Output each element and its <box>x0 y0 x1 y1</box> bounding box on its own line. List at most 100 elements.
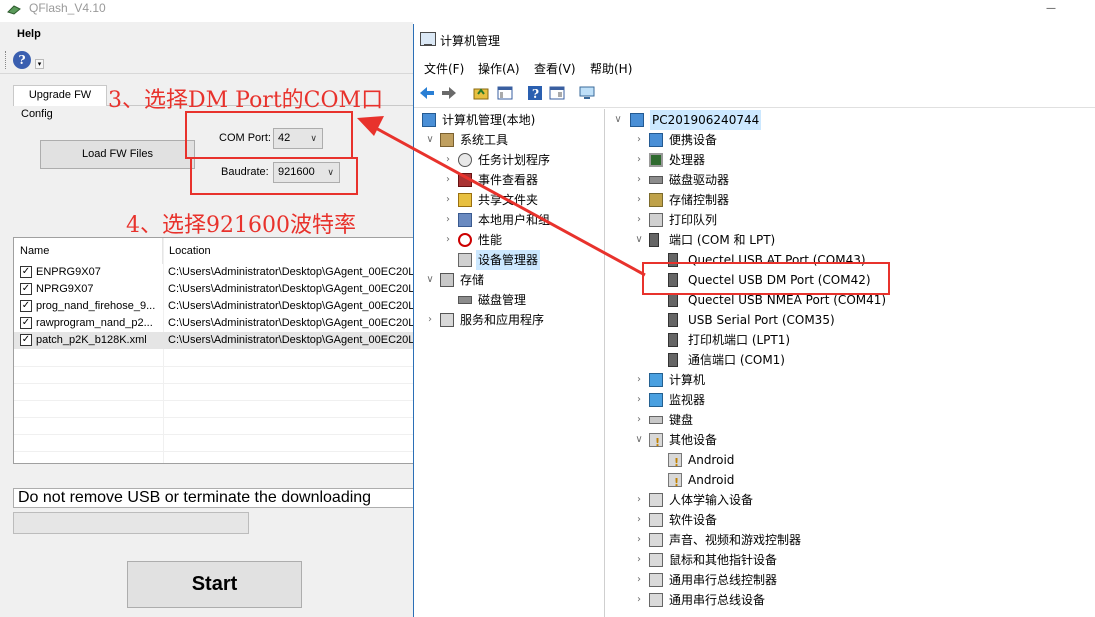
file-location: C:\Users\Administrator\Desktop\GAgent_00… <box>168 283 413 295</box>
tree-item[interactable]: › 磁盘驱动器 <box>606 170 1095 190</box>
tree-item[interactable]: › 人体学输入设备 <box>606 490 1095 510</box>
tree-item[interactable]: › 性能 <box>414 230 604 250</box>
chevron-right-icon[interactable]: › <box>442 210 454 230</box>
tree-item[interactable]: 设备管理器 <box>414 250 604 270</box>
chevron-down-icon[interactable]: ∨ <box>424 130 436 150</box>
minimize-button[interactable]: — <box>1046 3 1056 14</box>
tree-item-label: 设备管理器 <box>476 250 541 270</box>
tree-item[interactable]: › 便携设备 <box>606 130 1095 150</box>
tree-root[interactable]: ∨ PC201906240744 <box>606 110 1095 130</box>
tree-item-label: 人体学输入设备 <box>669 493 754 507</box>
row-checkbox[interactable]: ✓ <box>20 334 32 346</box>
chevron-right-icon[interactable]: › <box>633 170 645 190</box>
tree-item-label: 处理器 <box>669 153 706 167</box>
tree-item-label: 通用串行总线控制器 <box>669 573 778 587</box>
menu-action[interactable]: 操作(A) <box>478 60 520 77</box>
tree-item[interactable]: 计算机管理(本地) <box>414 110 604 130</box>
properties-icon[interactable] <box>548 84 566 102</box>
tree-item[interactable]: › 服务和应用程序 <box>414 310 604 330</box>
forward-arrow-icon[interactable] <box>440 84 458 102</box>
help-button[interactable]: ? ▾ <box>11 49 45 71</box>
tree-item[interactable]: › 通用串行总线控制器 <box>606 570 1095 590</box>
chevron-right-icon[interactable]: › <box>633 150 645 170</box>
tree-item[interactable]: › 打印队列 <box>606 210 1095 230</box>
table-row[interactable]: ✓ NPRG9X07 C:\Users\Administrator\Desktop\… <box>14 281 413 298</box>
chevron-right-icon[interactable]: › <box>633 510 645 530</box>
tree-item[interactable]: USB Serial Port (COM35) <box>606 310 1095 330</box>
tree-item[interactable]: ∨ 系统工具 <box>414 130 604 150</box>
chevron-right-icon[interactable]: › <box>633 370 645 390</box>
chevron-down-icon[interactable]: ∨ <box>612 110 624 130</box>
up-folder-icon[interactable] <box>472 84 490 102</box>
start-button[interactable]: Start <box>127 561 302 608</box>
tree-item[interactable]: › 处理器 <box>606 150 1095 170</box>
chevron-down-icon[interactable]: ∨ <box>633 430 645 450</box>
toolbar-grip[interactable] <box>5 51 8 69</box>
load-fw-files-button[interactable]: Load FW Files <box>40 140 195 169</box>
table-row[interactable]: ✓ prog_nand_firehose_9... C:\Users\Adminis… <box>14 298 413 315</box>
tree-item[interactable]: › 声音、视频和游戏控制器 <box>606 530 1095 550</box>
chevron-right-icon[interactable]: › <box>633 530 645 550</box>
help-icon[interactable]: ? <box>526 84 544 102</box>
show-hide-tree-icon[interactable] <box>496 84 514 102</box>
chevron-right-icon[interactable]: › <box>442 190 454 210</box>
file-location: C:\Users\Administrator\Desktop\GAgent_00… <box>168 334 413 346</box>
chevron-right-icon[interactable]: › <box>633 130 645 150</box>
tree-item[interactable]: ∨ 存储 <box>414 270 604 290</box>
tree-item[interactable]: › 本地用户和组 <box>414 210 604 230</box>
tree-item[interactable]: › 监视器 <box>606 390 1095 410</box>
chevron-right-icon[interactable]: › <box>633 390 645 410</box>
chevron-right-icon[interactable]: › <box>633 550 645 570</box>
tree-item[interactable]: › 存储控制器 <box>606 190 1095 210</box>
monitor-icon[interactable] <box>578 84 596 102</box>
tree-item[interactable]: Android <box>606 450 1095 473</box>
tree-item[interactable]: ∨ 端口 (COM 和 LPT) <box>606 230 1095 250</box>
tree-item-label: 通信端口 (COM1) <box>688 353 785 367</box>
chevron-right-icon[interactable]: › <box>633 570 645 590</box>
row-checkbox[interactable]: ✓ <box>20 266 32 278</box>
table-row[interactable]: ✓ patch_p2K_b128K.xml C:\Users\Administrat… <box>14 332 413 349</box>
tree-item[interactable]: 打印机端口 (LPT1) <box>606 330 1095 350</box>
chevron-right-icon[interactable]: › <box>633 210 645 230</box>
tree-item[interactable]: 磁盘管理 <box>414 290 604 310</box>
column-header-name[interactable]: Name <box>14 238 163 264</box>
tree-item[interactable]: › 键盘 <box>606 410 1095 430</box>
chevron-right-icon[interactable]: › <box>442 170 454 190</box>
tree-item[interactable]: › 通用串行总线设备 <box>606 590 1095 610</box>
tree-item[interactable]: › 事件查看器 <box>414 170 604 190</box>
row-checkbox[interactable]: ✓ <box>20 317 32 329</box>
chevron-right-icon[interactable]: › <box>633 190 645 210</box>
chevron-right-icon[interactable]: › <box>442 150 454 170</box>
chevron-right-icon[interactable]: › <box>442 230 454 250</box>
tree-item[interactable]: › 鼠标和其他指针设备 <box>606 550 1095 570</box>
file-list[interactable]: Name Location ✓ ENPRG9X07 C:\Users\Adminis… <box>13 237 413 464</box>
chevron-down-icon[interactable]: ∨ <box>633 230 645 250</box>
tree-item[interactable]: › 软件设备 <box>606 510 1095 530</box>
table-row[interactable]: ✓ rawprogram_nand_p2... C:\Users\Administr… <box>14 315 413 332</box>
table-row[interactable]: ✓ ENPRG9X07 C:\Users\Administrator\Desktop… <box>14 264 413 281</box>
menu-file[interactable]: 文件(F) <box>424 60 464 77</box>
tree-item[interactable]: ∨ 其他设备 <box>606 430 1095 453</box>
tree-item[interactable]: › 计算机 <box>606 370 1095 390</box>
toolbar-dropdown-icon[interactable]: ▾ <box>35 59 44 69</box>
tree-item[interactable]: Android <box>606 470 1095 493</box>
row-checkbox[interactable]: ✓ <box>20 283 32 295</box>
tree-item[interactable]: › 共享文件夹 <box>414 190 604 210</box>
row-checkbox[interactable]: ✓ <box>20 300 32 312</box>
menu-help[interactable]: Help <box>17 28 41 40</box>
chevron-right-icon[interactable]: › <box>633 410 645 430</box>
menu-help[interactable]: 帮助(H) <box>590 60 632 77</box>
back-arrow-icon[interactable] <box>418 84 436 102</box>
menu-view[interactable]: 查看(V) <box>534 60 576 77</box>
tree-item[interactable]: 通信端口 (COM1) <box>606 350 1095 370</box>
hid-icon <box>649 493 663 507</box>
chevron-right-icon[interactable]: › <box>633 590 645 610</box>
tree-item[interactable]: › 任务计划程序 <box>414 150 604 170</box>
column-header-location[interactable]: Location <box>163 238 413 264</box>
chevron-right-icon[interactable]: › <box>424 310 436 330</box>
tab-upgrade-fw[interactable]: Upgrade FW <box>13 85 107 106</box>
port-icon <box>668 293 678 307</box>
chevron-down-icon[interactable]: ∨ <box>424 270 436 290</box>
chevron-right-icon[interactable]: › <box>633 490 645 510</box>
performance-icon <box>458 233 472 247</box>
